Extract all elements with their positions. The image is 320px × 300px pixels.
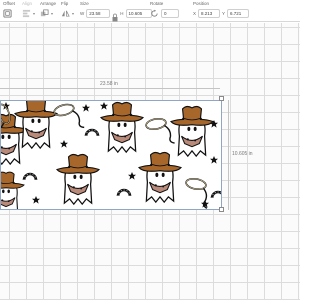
size-height-label: H	[120, 11, 124, 16]
size-width-input[interactable]: 23.58	[86, 9, 111, 18]
position-y-label: Y	[222, 11, 226, 16]
flip-dropdown-chevron-icon[interactable]: ▾	[72, 11, 74, 16]
size-group: Size W 23.58 H 10.605	[80, 1, 152, 22]
position-label: Position	[193, 1, 210, 6]
flip-group[interactable]: Flip ▾	[61, 1, 74, 18]
size-label: Size	[80, 1, 89, 6]
align-group[interactable]: Align ▾	[22, 1, 35, 18]
align-label: Align	[22, 1, 33, 6]
selection-box[interactable]	[0, 100, 222, 210]
align-dropdown-chevron-icon[interactable]: ▾	[33, 11, 35, 16]
rotate-label: Rotate	[150, 1, 164, 6]
flip-icon[interactable]	[61, 9, 70, 18]
height-dimension-label: 10.605 in	[232, 151, 253, 157]
size-height-input[interactable]: 10.605	[125, 9, 152, 18]
arrange-dropdown-chevron-icon[interactable]: ▾	[51, 11, 53, 16]
height-dimension-line	[228, 100, 229, 210]
size-width-label: W	[80, 11, 85, 16]
edit-toolbar: Offset Align ▾ Arrange ▾ Flip ▾ Size W 2…	[0, 0, 300, 22]
rotate-icon	[150, 9, 159, 18]
width-dimension-label: 23.58 in	[100, 81, 118, 87]
arrange-icon[interactable]	[40, 9, 49, 18]
offset-label: Offset	[3, 1, 15, 6]
flip-label: Flip	[61, 1, 69, 6]
position-group: Position X 8.213 Y 6.721	[193, 1, 250, 18]
rotate-input[interactable]: 0	[161, 9, 179, 18]
position-x-input[interactable]: 8.213	[198, 9, 221, 18]
position-y-input[interactable]: 6.721	[227, 9, 250, 18]
position-x-label: X	[193, 11, 197, 16]
arrange-group[interactable]: Arrange ▾	[40, 1, 56, 18]
arrange-label: Arrange	[40, 1, 57, 6]
width-dimension-line	[0, 88, 220, 89]
resize-handle-top-right[interactable]	[219, 96, 224, 101]
offset-group[interactable]: Offset	[3, 1, 15, 18]
rotate-group: Rotate 0	[150, 1, 179, 18]
align-icon[interactable]	[22, 9, 31, 18]
resize-handle-bottom-right[interactable]	[219, 207, 224, 212]
offset-icon[interactable]	[3, 9, 12, 18]
lock-icon[interactable]	[112, 9, 118, 22]
